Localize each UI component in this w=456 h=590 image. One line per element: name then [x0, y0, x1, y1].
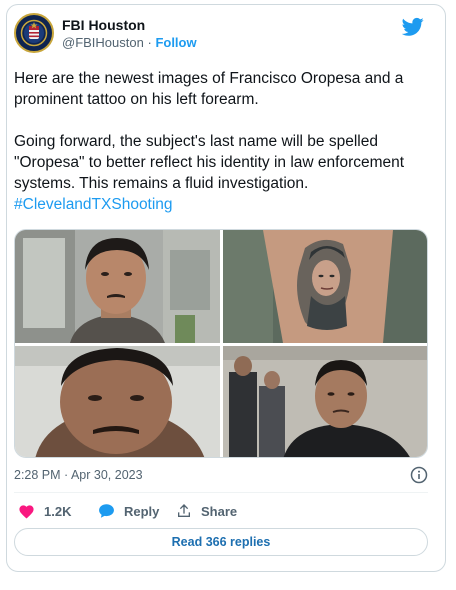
divider [14, 492, 428, 493]
photo-suspect-front[interactable] [15, 230, 220, 343]
photo-suspect-room[interactable] [223, 346, 427, 457]
author-handle-row: @FBIHouston · Follow [62, 34, 197, 52]
share-button[interactable]: Share [176, 501, 237, 521]
timestamp-row: 2:28 PM · Apr 30, 2023 [14, 466, 428, 486]
twitter-bird-icon[interactable] [402, 17, 424, 37]
heart-icon [19, 505, 34, 519]
tweet-text: Here are the newest images of Francisco … [14, 68, 428, 215]
share-icon [178, 504, 190, 517]
photo-suspect-closeup[interactable] [15, 346, 220, 457]
action-bar: 1.2K Reply Share [14, 501, 428, 521]
hashtag-link[interactable]: #ClevelandTXShooting [14, 196, 173, 213]
follow-button[interactable]: Follow [155, 35, 196, 50]
media-grid [14, 229, 428, 458]
like-button[interactable]: 1.2K [18, 501, 71, 521]
share-label: Share [201, 503, 238, 519]
author-handle[interactable]: @FBIHouston [62, 35, 144, 50]
author-names: FBI Houston @FBIHouston · Follow [62, 16, 197, 52]
fbi-seal-icon[interactable] [14, 13, 54, 53]
read-replies-button[interactable]: Read 366 replies [14, 528, 428, 556]
like-count: 1.2K [44, 503, 72, 519]
reply-label: Reply [124, 503, 160, 519]
author-display-name[interactable]: FBI Houston [62, 16, 197, 34]
photo-forearm-tattoo[interactable] [223, 230, 427, 343]
reply-bubble-icon [99, 504, 114, 518]
tweet-paragraph-2: Going forward, the subject's last name w… [14, 131, 428, 215]
handle-separator: · [147, 35, 152, 50]
timestamp[interactable]: 2:28 PM · Apr 30, 2023 [14, 468, 143, 482]
info-icon[interactable] [410, 466, 428, 484]
tweet-paragraph-2-text: Going forward, the subject's last name w… [14, 133, 405, 192]
tweet-header: FBI Houston @FBIHouston · Follow [14, 13, 424, 57]
tweet-paragraph-1: Here are the newest images of Francisco … [14, 70, 404, 108]
reply-button[interactable]: Reply [98, 501, 159, 521]
